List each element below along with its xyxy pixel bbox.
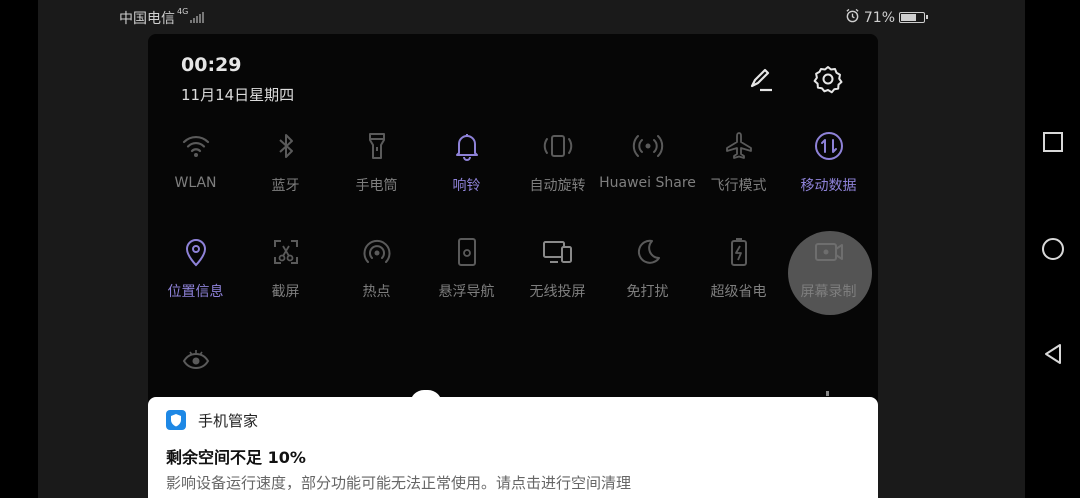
home-button[interactable] (1040, 236, 1066, 262)
edit-icon (750, 68, 772, 92)
cast-icon (541, 235, 575, 269)
location-icon (179, 235, 213, 269)
battery-saver-icon (722, 235, 756, 269)
left-bezel (0, 0, 38, 498)
bluetooth-icon (269, 129, 303, 163)
battery-icon (899, 12, 928, 23)
clock-time: 00:29 (181, 54, 242, 76)
network-type: 4G (177, 7, 189, 16)
tile-bluetooth[interactable]: 蓝牙 (238, 129, 333, 209)
edit-button[interactable] (746, 64, 776, 94)
notification-app-name: 手机管家 (198, 412, 259, 430)
tile-floating-nav[interactable]: 悬浮导航 (419, 235, 514, 315)
tile-ring[interactable]: 响铃 (419, 129, 514, 209)
tile-label: 屏幕录制 (800, 284, 857, 300)
video-record-icon (812, 235, 846, 269)
airplane-icon (722, 129, 756, 163)
tile-label: 移动数据 (800, 178, 857, 194)
tile-wlan[interactable]: WLAN (148, 129, 243, 209)
moon-icon (631, 235, 665, 269)
eye-icon (179, 343, 213, 377)
carrier-info: 中国电信 4G (119, 7, 205, 28)
share-icon (631, 129, 665, 163)
tile-super-power-saving[interactable]: 超级省电 (691, 235, 786, 315)
tile-flashlight[interactable]: 手电筒 (329, 129, 424, 209)
square-icon (1043, 132, 1063, 152)
rotate-icon (541, 129, 575, 163)
notification-title: 剩余空间不足 10% (166, 448, 306, 467)
battery-percent: 71% (863, 9, 895, 26)
status-right: 71% (845, 8, 928, 27)
tile-screen-recording[interactable]: 屏幕录制 (781, 235, 876, 315)
tile-airplane[interactable]: 飞行模式 (691, 129, 786, 209)
tile-wireless-projection[interactable]: 无线投屏 (510, 235, 605, 315)
page-indicator (826, 391, 829, 396)
recents-button[interactable] (1040, 129, 1066, 155)
tile-location[interactable]: 位置信息 (148, 235, 243, 315)
triangle-back-icon (1045, 344, 1061, 364)
alarm-icon (845, 8, 860, 27)
tile-screenshot[interactable]: 截屏 (238, 235, 333, 315)
tile-hotspot[interactable]: 热点 (329, 235, 424, 315)
flashlight-icon (360, 129, 394, 163)
bell-icon (450, 129, 484, 163)
battery-level-fill (901, 14, 916, 21)
scissors-icon (269, 235, 303, 269)
tile-auto-rotate[interactable]: 自动旋转 (510, 129, 605, 209)
tile-do-not-disturb[interactable]: 免打扰 (600, 235, 695, 315)
gear-icon (813, 66, 843, 94)
wifi-icon (179, 129, 213, 163)
signal-icon (190, 11, 205, 23)
notification-body: 影响设备运行速度，部分功能可能无法正常使用。请点击进行空间清理 (166, 474, 632, 492)
back-button[interactable] (1040, 341, 1066, 367)
mobile-data-icon (812, 129, 846, 163)
floating-nav-icon (450, 235, 484, 269)
hotspot-icon (360, 235, 394, 269)
carrier-name: 中国电信 (119, 11, 175, 27)
circle-icon (1042, 238, 1064, 260)
clock-date: 11月14日星期四 (181, 86, 295, 104)
notification-card[interactable]: 手机管家 剩余空间不足 10% 影响设备运行速度，部分功能可能无法正常使用。请点… (148, 397, 878, 498)
tile-huawei-share[interactable]: Huawei Share (599, 129, 696, 209)
settings-button[interactable] (812, 63, 844, 95)
tile-mobile-data[interactable]: 移动数据 (781, 129, 876, 209)
shield-icon (166, 410, 186, 430)
